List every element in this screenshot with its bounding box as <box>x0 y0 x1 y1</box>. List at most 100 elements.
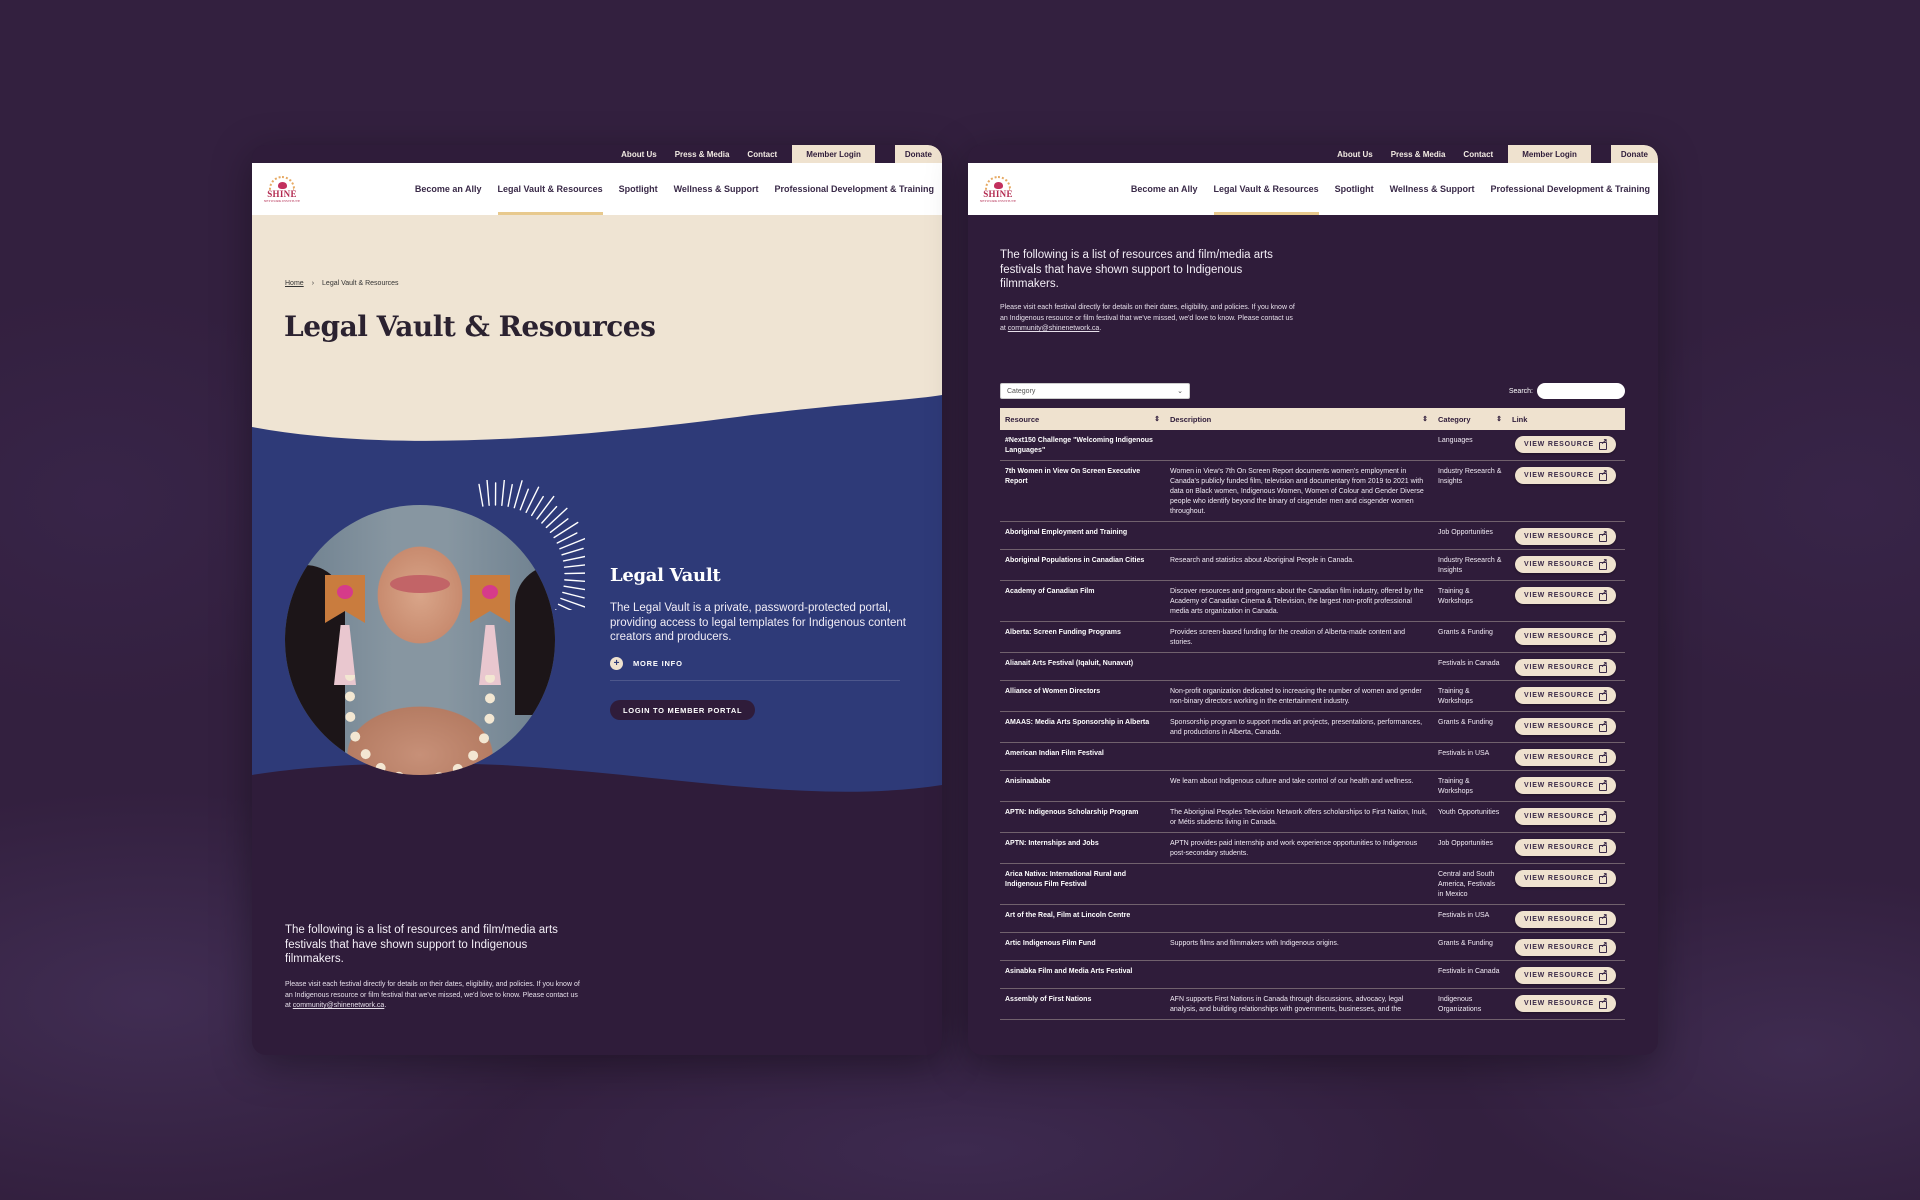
member-login-button[interactable]: Member Login <box>1508 145 1591 163</box>
cell-resource: APTN: Internships and Jobs <box>1005 840 1099 847</box>
view-resource-label: VIEW RESOURCE <box>1524 875 1594 882</box>
utility-link-about[interactable]: About Us <box>612 145 666 163</box>
login-member-portal-button[interactable]: LOGIN TO MEMBER PORTAL <box>610 700 756 720</box>
view-resource-button[interactable]: VIEW RESOURCE <box>1515 967 1616 984</box>
view-resource-button[interactable]: VIEW RESOURCE <box>1515 939 1616 956</box>
more-info-toggle[interactable]: + MORE INFO <box>610 657 900 681</box>
view-resource-button[interactable]: VIEW RESOURCE <box>1515 628 1616 645</box>
category-filter-select[interactable]: Category ⌄ <box>1000 383 1190 399</box>
external-link-icon <box>1598 660 1608 673</box>
cell-link: VIEW RESOURCE <box>1507 967 1625 984</box>
header-label: Description <box>1170 414 1212 424</box>
donate-button[interactable]: Donate <box>894 145 942 163</box>
breadcrumb-home[interactable]: Home <box>285 280 304 287</box>
table-row: Aboriginal Populations in Canadian Citie… <box>1000 550 1625 581</box>
table-row: Alianait Arts Festival (Iqaluit, Nunavut… <box>1000 653 1625 681</box>
intro-small-text: Please visit each festival directly for … <box>285 980 585 1012</box>
view-resource-label: VIEW RESOURCE <box>1524 561 1594 568</box>
resources-table: Resource ⇕ Description ⇕ Category ⇕ Link #N… <box>1000 408 1625 1020</box>
external-link-icon <box>1598 840 1608 853</box>
view-resource-button[interactable]: VIEW RESOURCE <box>1515 911 1616 928</box>
utility-link-contact[interactable]: Contact <box>738 145 786 163</box>
cell-category: Festivals in USA <box>1438 750 1490 757</box>
view-resource-button[interactable]: VIEW RESOURCE <box>1515 528 1616 545</box>
cell-category: Languages <box>1438 437 1473 444</box>
view-resource-button[interactable]: VIEW RESOURCE <box>1515 687 1616 704</box>
intro-small-text: Please visit each festival directly for … <box>1000 303 1300 335</box>
nav-become-ally[interactable]: Become an Ally <box>1131 163 1198 215</box>
sunburst-ray <box>564 579 585 582</box>
contact-email-link[interactable]: community@shinenetwork.ca <box>293 1002 385 1009</box>
donate-button[interactable]: Donate <box>1610 145 1658 163</box>
table-row: AMAAS: Media Arts Sponsorship in Alberta… <box>1000 712 1625 743</box>
view-resource-button[interactable]: VIEW RESOURCE <box>1515 808 1616 825</box>
nav-legal-vault[interactable]: Legal Vault & Resources <box>497 163 603 215</box>
table-row: Artic Indigenous Film Fund Supports films… <box>1000 933 1625 961</box>
intro-period: . <box>1099 325 1102 332</box>
view-resource-button[interactable]: VIEW RESOURCE <box>1515 659 1616 676</box>
cell-category: Indigenous Organizations <box>1438 996 1482 1013</box>
cell-resource: 7th Women in View On Screen Executive Re… <box>1005 468 1141 485</box>
cell-category: Grants & Funding <box>1438 629 1493 636</box>
main-nav: SHINE NETWORK INSTITUTE Become an Ally L… <box>252 163 942 215</box>
view-resource-button[interactable]: VIEW RESOURCE <box>1515 556 1616 573</box>
cell-description <box>1165 870 1433 900</box>
table-row: Aboriginal Employment and Training Job Op… <box>1000 522 1625 550</box>
header-label: Resource <box>1005 414 1040 424</box>
view-resource-button[interactable]: VIEW RESOURCE <box>1515 749 1616 766</box>
nav-legal-vault[interactable]: Legal Vault & Resources <box>1213 163 1319 215</box>
cell-resource: Art of the Real, Film at Lincoln Centre <box>1005 912 1131 919</box>
sunburst-ray <box>562 555 585 562</box>
cell-category: Festivals in USA <box>1438 912 1490 919</box>
cell-description <box>1165 436 1433 456</box>
nav-wellness[interactable]: Wellness & Support <box>1390 163 1475 215</box>
cell-category: Central and South America, Festivals in … <box>1438 871 1496 898</box>
nav-professional-dev[interactable]: Professional Development & Training <box>774 163 934 215</box>
view-resource-button[interactable]: VIEW RESOURCE <box>1515 436 1616 453</box>
view-resource-button[interactable]: VIEW RESOURCE <box>1515 777 1616 794</box>
utility-link-press[interactable]: Press & Media <box>666 145 739 163</box>
cell-category: Festivals in Canada <box>1438 660 1500 667</box>
sort-icon: ⇕ <box>1422 416 1428 423</box>
shine-logo[interactable]: SHINE NETWORK INSTITUTE <box>978 169 1018 209</box>
nav-spotlight[interactable]: Spotlight <box>619 163 658 215</box>
nav-spotlight[interactable]: Spotlight <box>1335 163 1374 215</box>
sort-icon: ⇕ <box>1496 416 1502 423</box>
shine-logo[interactable]: SHINE NETWORK INSTITUTE <box>262 169 302 209</box>
column-header-category[interactable]: Category ⇕ <box>1433 408 1507 430</box>
nav-professional-dev[interactable]: Professional Development & Training <box>1490 163 1650 215</box>
utility-link-contact[interactable]: Contact <box>1454 145 1502 163</box>
utility-link-press[interactable]: Press & Media <box>1382 145 1455 163</box>
view-resource-button[interactable]: VIEW RESOURCE <box>1515 870 1616 887</box>
cell-link: VIEW RESOURCE <box>1507 911 1625 928</box>
view-resource-button[interactable]: VIEW RESOURCE <box>1515 718 1616 735</box>
portrait-photo <box>285 505 555 775</box>
nav-become-ally[interactable]: Become an Ally <box>415 163 482 215</box>
sunburst-ray <box>507 483 513 507</box>
member-login-button[interactable]: Member Login <box>792 145 875 163</box>
table-row: #Next150 Challenge "Welcoming Indigenous… <box>1000 430 1625 461</box>
view-resource-button[interactable]: VIEW RESOURCE <box>1515 995 1616 1012</box>
cell-link: VIEW RESOURCE <box>1507 587 1625 617</box>
external-link-icon <box>1598 529 1608 542</box>
utility-link-about[interactable]: About Us <box>1328 145 1382 163</box>
cell-category: Youth Opportunities <box>1438 809 1500 816</box>
view-resource-button[interactable]: VIEW RESOURCE <box>1515 587 1616 604</box>
cell-link: VIEW RESOURCE <box>1507 777 1625 797</box>
plus-icon: + <box>610 657 623 670</box>
cell-resource: Artic Indigenous Film Fund <box>1005 940 1096 947</box>
cell-link: VIEW RESOURCE <box>1507 556 1625 576</box>
earring-right <box>470 575 510 685</box>
view-resource-button[interactable]: VIEW RESOURCE <box>1515 839 1616 856</box>
view-resource-label: VIEW RESOURCE <box>1524 472 1594 479</box>
column-header-resource[interactable]: Resource ⇕ <box>1000 408 1165 430</box>
table-row: Arica Nativa: International Rural and In… <box>1000 864 1625 905</box>
column-header-description[interactable]: Description ⇕ <box>1165 408 1433 430</box>
sunburst-ray <box>536 495 555 520</box>
contact-email-link[interactable]: community@shinenetwork.ca <box>1008 325 1100 332</box>
search-input[interactable] <box>1537 383 1625 399</box>
nav-wellness[interactable]: Wellness & Support <box>674 163 759 215</box>
cell-category: Industry Research & Insights <box>1438 468 1502 485</box>
earring-left <box>325 575 365 685</box>
view-resource-button[interactable]: VIEW RESOURCE <box>1515 467 1616 484</box>
